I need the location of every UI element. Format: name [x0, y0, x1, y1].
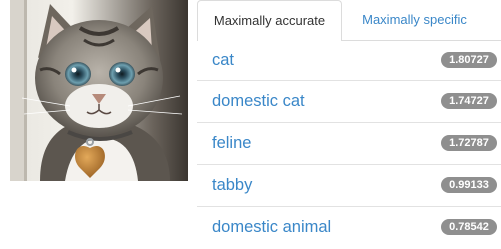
tab-maximally-accurate[interactable]: Maximally accurate [197, 0, 342, 41]
result-label[interactable]: cat [212, 40, 234, 80]
score-badge: 1.74727 [441, 93, 497, 109]
tab-maximally-specific[interactable]: Maximally specific [342, 0, 487, 39]
result-label[interactable]: feline [212, 123, 251, 164]
result-row[interactable]: domestic cat 1.74727 [197, 81, 501, 123]
result-row[interactable]: domestic animal 0.78542 [197, 207, 501, 249]
result-label[interactable]: domestic animal [212, 207, 331, 248]
result-tabs: Maximally accurate Maximally specific [197, 0, 501, 41]
score-badge: 1.80727 [441, 52, 497, 68]
result-label[interactable]: domestic cat [212, 81, 305, 122]
result-row[interactable]: cat 1.80727 [197, 40, 501, 81]
result-row[interactable]: feline 1.72787 [197, 123, 501, 165]
result-row[interactable]: tabby 0.99133 [197, 165, 501, 207]
score-badge: 0.99133 [441, 177, 497, 193]
cat-photo [10, 0, 188, 181]
score-badge: 1.72787 [441, 135, 497, 151]
results-list: cat 1.80727 domestic cat 1.74727 feline … [197, 40, 501, 249]
score-badge: 0.78542 [441, 219, 497, 235]
result-label[interactable]: tabby [212, 165, 252, 206]
